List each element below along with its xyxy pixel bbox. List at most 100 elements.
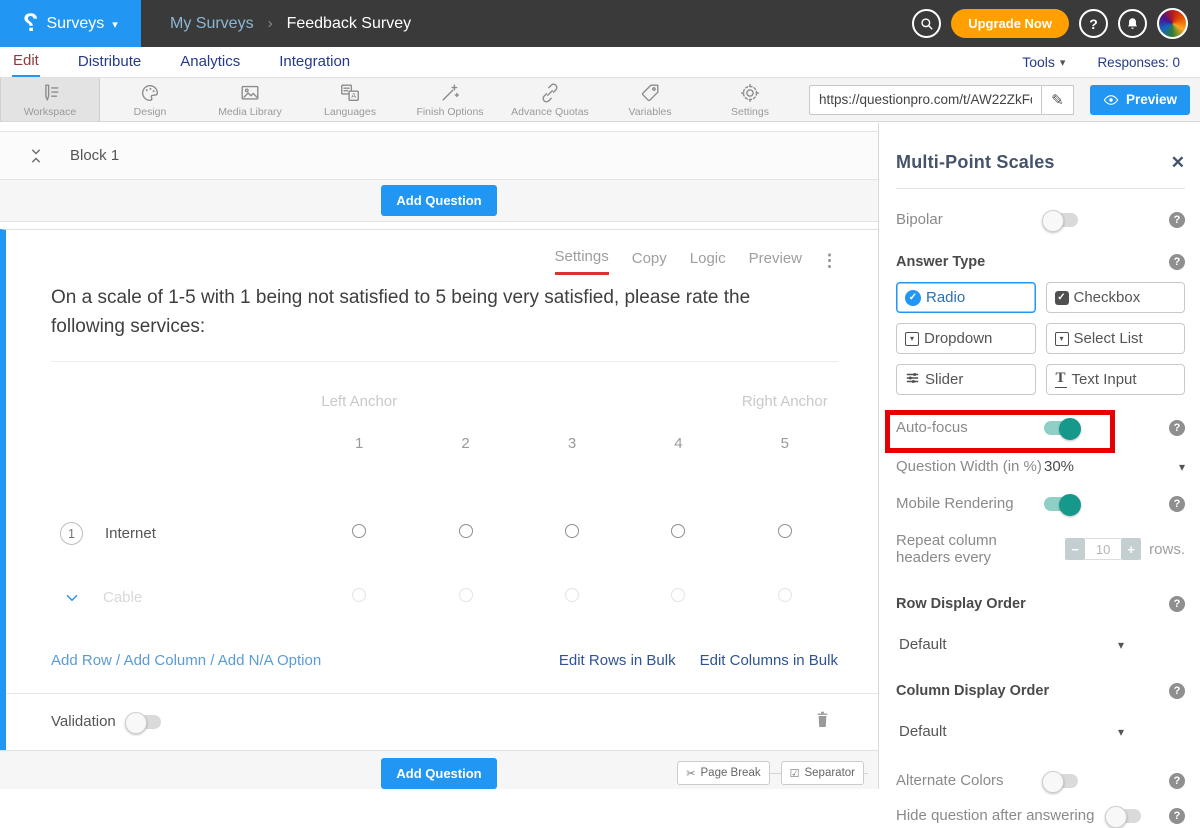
question-tab-preview[interactable]: Preview xyxy=(749,250,802,274)
column-header[interactable]: 3 xyxy=(519,435,625,452)
help-icon[interactable]: ? xyxy=(1169,808,1185,824)
question-width-value[interactable]: 30% xyxy=(1044,458,1074,475)
collapse-icon xyxy=(27,147,45,165)
radio-option[interactable] xyxy=(459,588,473,602)
help-icon[interactable]: ? xyxy=(1169,254,1185,270)
row-number-badge: 1 xyxy=(60,522,83,545)
tab-distribute[interactable]: Distribute xyxy=(77,48,142,76)
help-button[interactable]: ? xyxy=(1079,9,1108,38)
alternate-colors-label: Alternate Colors xyxy=(896,772,1044,789)
repeat-headers-suffix: rows. xyxy=(1149,541,1185,558)
column-header[interactable]: 5 xyxy=(732,435,838,452)
toolbar-item-workspace[interactable]: Workspace xyxy=(0,78,100,121)
breadcrumb-my-surveys[interactable]: My Surveys xyxy=(170,15,254,33)
help-icon[interactable]: ? xyxy=(1169,212,1185,228)
hide-after-answering-toggle[interactable] xyxy=(1107,809,1141,823)
block-header: Block 1 xyxy=(0,131,878,180)
close-panel-button[interactable]: ✕ xyxy=(1171,154,1185,171)
separator-button[interactable]: ☑ Separator xyxy=(781,761,864,785)
question-tab-copy[interactable]: Copy xyxy=(632,250,667,274)
radio-option[interactable] xyxy=(565,524,579,538)
answer-type-text-input[interactable]: T Text Input xyxy=(1046,364,1186,395)
alternate-colors-toggle[interactable] xyxy=(1044,774,1078,788)
right-anchor-label[interactable]: Right Anchor xyxy=(732,393,838,410)
kebab-menu-icon[interactable]: ⋮ xyxy=(821,256,838,266)
collapse-block-button[interactable] xyxy=(27,147,45,165)
delete-question-button[interactable] xyxy=(814,710,831,734)
help-icon[interactable]: ? xyxy=(1169,683,1185,699)
edit-columns-in-bulk-link[interactable]: Edit Columns in Bulk xyxy=(700,652,838,669)
mobile-rendering-toggle[interactable] xyxy=(1044,497,1078,511)
add-question-button-top[interactable]: Add Question xyxy=(381,185,496,216)
answer-type-select-list[interactable]: ▾ Select List xyxy=(1046,323,1186,354)
chevron-down-icon[interactable]: ▾ xyxy=(1179,460,1185,474)
column-header[interactable]: 1 xyxy=(306,435,412,452)
answer-type-slider[interactable]: Slider xyxy=(896,364,1036,395)
column-header[interactable]: 2 xyxy=(412,435,518,452)
validation-toggle[interactable] xyxy=(127,715,161,729)
question-tab-logic[interactable]: Logic xyxy=(690,250,726,274)
add-question-button-bottom[interactable]: Add Question xyxy=(381,758,496,789)
add-row-link[interactable]: Add Row xyxy=(51,652,112,669)
toolbar-item-media-library[interactable]: Media Library xyxy=(200,78,300,121)
question-tab-settings[interactable]: Settings xyxy=(555,248,609,275)
anchor-row: Left Anchor Right Anchor xyxy=(51,393,838,410)
page-break-button[interactable]: ✂ Page Break xyxy=(677,761,769,785)
question-settings-panel: Multi-Point Scales ✕ Bipolar ? Answer Ty… xyxy=(878,123,1200,789)
row-label[interactable]: Internet xyxy=(105,525,156,542)
auto-focus-toggle[interactable] xyxy=(1044,421,1078,435)
radio-option[interactable] xyxy=(459,524,473,538)
tab-integration[interactable]: Integration xyxy=(278,48,351,76)
edit-url-button[interactable]: ✎ xyxy=(1041,85,1074,115)
block-title[interactable]: Block 1 xyxy=(70,147,119,164)
radio-option[interactable] xyxy=(778,524,792,538)
left-anchor-label[interactable]: Left Anchor xyxy=(306,393,412,410)
toolbar-item-settings[interactable]: Settings xyxy=(700,78,800,121)
answer-type-radio[interactable]: ✓ Radio xyxy=(896,282,1036,313)
help-icon[interactable]: ? xyxy=(1169,596,1185,612)
edit-rows-in-bulk-link[interactable]: Edit Rows in Bulk xyxy=(559,652,676,669)
topbar: ? Surveys ▾ My Surveys › Feedback Survey… xyxy=(0,0,1200,47)
answer-type-checkbox[interactable]: ✓ Checkbox xyxy=(1046,282,1186,313)
notifications-button[interactable] xyxy=(1118,9,1147,38)
preview-button[interactable]: Preview xyxy=(1090,85,1190,115)
row-display-order-select[interactable]: Default ▾ xyxy=(899,636,1124,653)
stepper-minus-button[interactable]: − xyxy=(1065,538,1085,560)
footer-controls: ✂ Page Break ☑ Separator xyxy=(677,761,864,785)
toolbar-item-variables[interactable]: Variables xyxy=(600,78,700,121)
help-icon[interactable]: ? xyxy=(1169,496,1185,512)
answer-type-dropdown[interactable]: ▾ Dropdown xyxy=(896,323,1036,354)
repeat-headers-input[interactable] xyxy=(1085,538,1121,560)
radio-option[interactable] xyxy=(671,524,685,538)
radio-option[interactable] xyxy=(565,588,579,602)
survey-url-input[interactable] xyxy=(809,85,1041,115)
toolbar-item-finish-options[interactable]: Finish Options xyxy=(400,78,500,121)
help-icon[interactable]: ? xyxy=(1169,420,1185,436)
chevron-down-icon[interactable] xyxy=(63,589,81,607)
tools-menu[interactable]: Tools ▾ xyxy=(1022,54,1065,70)
question-mark-icon: ? xyxy=(1089,16,1098,32)
upgrade-now-button[interactable]: Upgrade Now xyxy=(951,9,1069,38)
radio-option[interactable] xyxy=(352,588,366,602)
surveys-product-menu[interactable]: ? Surveys ▾ xyxy=(0,0,141,47)
column-display-order-select[interactable]: Default ▾ xyxy=(899,723,1124,740)
question-text[interactable]: On a scale of 1-5 with 1 being not satis… xyxy=(51,283,826,342)
questionpro-logo-icon: ? xyxy=(23,11,38,36)
add-column-link[interactable]: Add Column xyxy=(124,652,207,669)
tab-analytics[interactable]: Analytics xyxy=(179,48,241,76)
toolbar-item-languages[interactable]: A Languages xyxy=(300,78,400,121)
tab-edit[interactable]: Edit xyxy=(12,47,40,77)
search-button[interactable] xyxy=(912,9,941,38)
radio-option[interactable] xyxy=(352,524,366,538)
stepper-plus-button[interactable]: + xyxy=(1121,538,1141,560)
radio-option[interactable] xyxy=(778,588,792,602)
column-header[interactable]: 4 xyxy=(625,435,731,452)
add-na-option-link[interactable]: Add N/A Option xyxy=(218,652,321,669)
avatar[interactable] xyxy=(1157,8,1188,39)
help-icon[interactable]: ? xyxy=(1169,773,1185,789)
radio-option[interactable] xyxy=(671,588,685,602)
bipolar-toggle[interactable] xyxy=(1044,213,1078,227)
row-label[interactable]: Cable xyxy=(103,589,142,606)
toolbar-item-design[interactable]: Design xyxy=(100,78,200,121)
toolbar-item-advance-quotas[interactable]: Advance Quotas xyxy=(500,78,600,121)
